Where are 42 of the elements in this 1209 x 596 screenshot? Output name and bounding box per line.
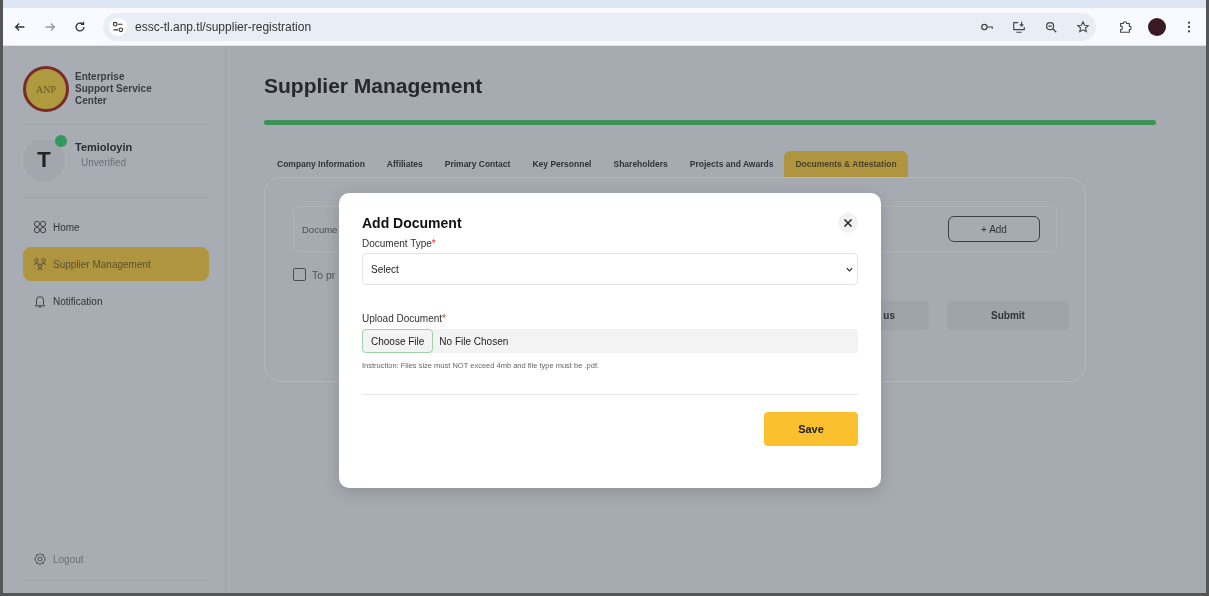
- verification-status: Unverified: [80, 157, 128, 168]
- save-button[interactable]: Save: [764, 412, 858, 446]
- star-icon[interactable]: [1076, 19, 1090, 34]
- extensions-icon[interactable]: [1118, 19, 1132, 34]
- tab[interactable]: Documents & Attestation: [784, 151, 908, 177]
- consent-label: To pr: [312, 268, 336, 281]
- tab[interactable]: Primary Contact: [433, 151, 522, 177]
- checkbox[interactable]: [293, 268, 306, 281]
- submit-button[interactable]: Submit: [947, 301, 1069, 330]
- close-icon[interactable]: [838, 213, 858, 233]
- bell-icon: [33, 294, 47, 308]
- page-title: Supplier Management: [264, 74, 484, 98]
- dialog-title: Add Document: [362, 215, 462, 231]
- choose-file-button[interactable]: Choose File: [362, 329, 434, 353]
- field-label: Document Type*: [362, 238, 437, 249]
- field-label: Upload Document*: [362, 313, 447, 324]
- zoom-icon[interactable]: [1044, 19, 1058, 34]
- reload-icon[interactable]: [73, 19, 87, 34]
- document-type-select[interactable]: Select: [362, 253, 858, 285]
- nav-item[interactable]: Notification: [23, 284, 209, 318]
- tab[interactable]: Key Personnel: [521, 151, 603, 177]
- grid-icon: [33, 220, 47, 234]
- install-icon[interactable]: [1012, 19, 1026, 34]
- tab[interactable]: Company Information: [266, 151, 376, 177]
- nav-item[interactable]: Supplier Management: [23, 247, 209, 281]
- file-input[interactable]: Choose File No File Chosen: [362, 329, 858, 353]
- tab[interactable]: Projects and Awards: [678, 151, 785, 177]
- document-input[interactable]: Docume: [302, 219, 338, 239]
- site-settings-icon[interactable]: [109, 17, 127, 36]
- user-name: Temioloyin: [75, 141, 133, 153]
- nav-item[interactable]: Home: [23, 210, 209, 244]
- profile-avatar-icon[interactable]: [1148, 17, 1166, 36]
- file-name: No File Chosen: [439, 335, 509, 347]
- chevron-icon: [846, 266, 853, 272]
- add-button[interactable]: + Add: [948, 216, 1040, 242]
- organization-name: Enterprise Support Service Center: [75, 71, 153, 107]
- gear-icon: [33, 552, 47, 566]
- people-icon: [33, 257, 47, 271]
- address-bar[interactable]: essc-tl.anp.tl/supplier-registration: [103, 12, 1096, 41]
- tab[interactable]: Shareholders: [602, 151, 679, 177]
- tab[interactable]: Affiliates: [375, 151, 434, 177]
- logo-text: ANP: [36, 83, 56, 95]
